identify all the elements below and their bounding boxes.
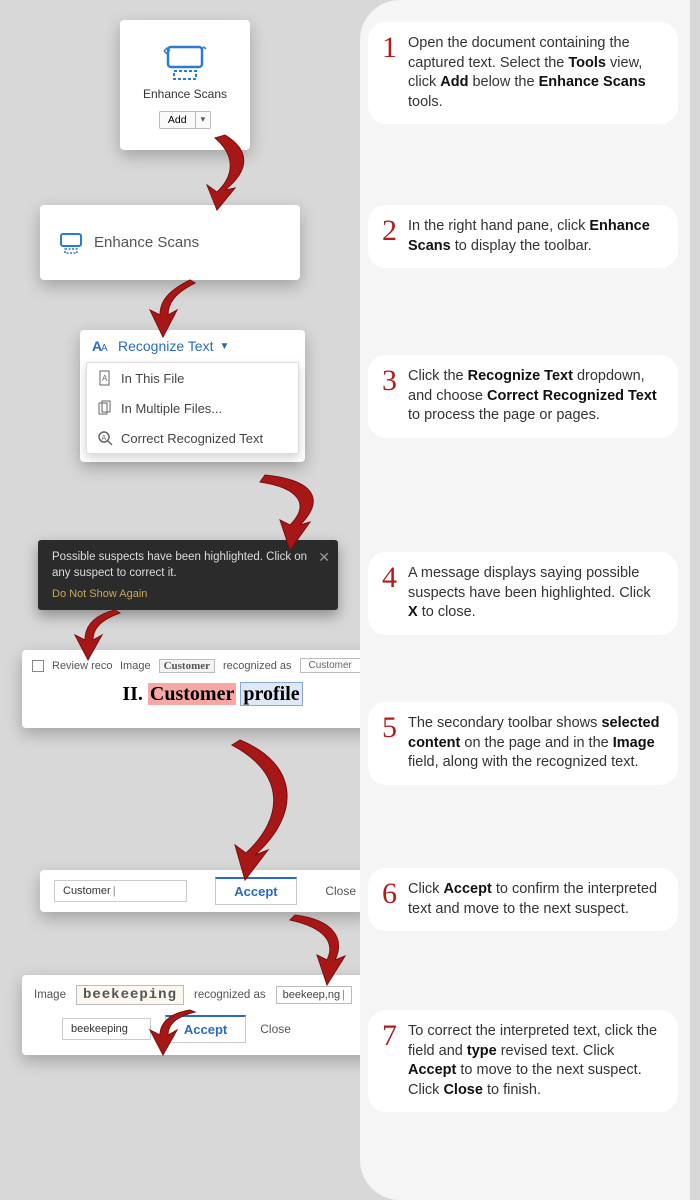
- enhance-scans-icon: [160, 41, 210, 83]
- image-field-label: Image: [34, 989, 66, 1001]
- recognized-text-field[interactable]: Customer: [300, 658, 361, 673]
- do-not-show-again-link[interactable]: Do Not Show Again: [52, 587, 310, 602]
- step-number: 3: [382, 361, 397, 402]
- review-checkbox[interactable]: [32, 660, 44, 672]
- recognized-as-label: recognized as: [223, 660, 292, 672]
- step-1: 1 Open the document containing the captur…: [368, 22, 678, 124]
- files-icon: [97, 400, 113, 416]
- magnify-icon: A: [97, 430, 113, 446]
- step-3: 3 Click the Recognize Text dropdown, and …: [368, 355, 678, 438]
- image-field-value: Customer: [159, 659, 215, 673]
- menu-item-label: In This File: [121, 371, 184, 386]
- suspect-highlight-selected[interactable]: Customer: [148, 683, 236, 705]
- page-content-sample: II. Customer profile: [22, 679, 402, 716]
- menu-item-label: Correct Recognized Text: [121, 431, 263, 446]
- flow-arrow: [55, 605, 145, 665]
- file-icon: A: [97, 370, 113, 386]
- step-text: A message displays saying possible suspe…: [408, 565, 651, 620]
- correction-input[interactable]: Customer: [54, 880, 187, 902]
- image-field-value: beekeeping: [76, 985, 184, 1005]
- step-text: Open the document containing the capture…: [408, 35, 646, 110]
- flow-arrow: [190, 735, 320, 885]
- menu-item-in-this-file[interactable]: A In This File: [87, 363, 298, 393]
- step-7: 7 To correct the interpreted text, click …: [368, 1010, 678, 1112]
- recognize-text-icon: A A: [92, 338, 112, 354]
- enhance-scans-label: Enhance Scans: [94, 234, 199, 251]
- flow-arrow: [225, 470, 365, 560]
- step-5: 5 The secondary toolbar shows selected co…: [368, 702, 678, 785]
- step-text: Click the Recognize Text dropdown, and c…: [408, 368, 657, 423]
- step-4: 4 A message displays saying possible susp…: [368, 552, 678, 635]
- menu-item-correct-recognized-text[interactable]: A Correct Recognized Text: [87, 423, 298, 453]
- step-number: 1: [382, 28, 397, 69]
- flow-arrow: [135, 1005, 215, 1060]
- add-dropdown-caret[interactable]: ▾: [196, 111, 212, 129]
- recognized-as-label: recognized as: [194, 989, 266, 1001]
- step-number: 5: [382, 708, 397, 749]
- step-2: 2 In the right hand pane, click Enhance S…: [368, 205, 678, 268]
- suspect-highlight[interactable]: profile: [241, 683, 301, 705]
- enhance-scans-icon: [58, 231, 84, 255]
- menu-item-label: In Multiple Files...: [121, 401, 222, 416]
- enhance-scans-label: Enhance Scans: [143, 87, 227, 101]
- step-6: 6 Click Accept to confirm the interpreted…: [368, 868, 678, 931]
- svg-text:A: A: [101, 343, 108, 354]
- menu-item-in-multiple-files[interactable]: In Multiple Files...: [87, 393, 298, 423]
- flow-arrow: [115, 275, 235, 345]
- step-number: 7: [382, 1016, 397, 1057]
- roman-numeral: II.: [122, 683, 143, 705]
- step-text: To correct the interpreted text, click t…: [408, 1023, 657, 1098]
- add-button[interactable]: Add: [159, 111, 196, 129]
- svg-text:A: A: [102, 435, 107, 442]
- step-text: In the right hand pane, click Enhance Sc…: [408, 218, 650, 254]
- flow-arrow: [155, 130, 275, 220]
- step-text: Click Accept to confirm the interpreted …: [408, 881, 657, 917]
- recognize-text-menu: A In This File In Multiple Files... A Co…: [86, 362, 299, 454]
- close-button[interactable]: Close: [325, 884, 356, 898]
- step-number: 6: [382, 874, 397, 915]
- recognize-text-dropdown-panel: A A Recognize Text ▼ A In This File In M…: [80, 330, 305, 462]
- step-number: 2: [382, 211, 397, 252]
- svg-text:A: A: [102, 374, 108, 383]
- close-button[interactable]: Close: [260, 1022, 291, 1036]
- step-number: 4: [382, 558, 397, 599]
- step-text: The secondary toolbar shows selected con…: [408, 715, 659, 770]
